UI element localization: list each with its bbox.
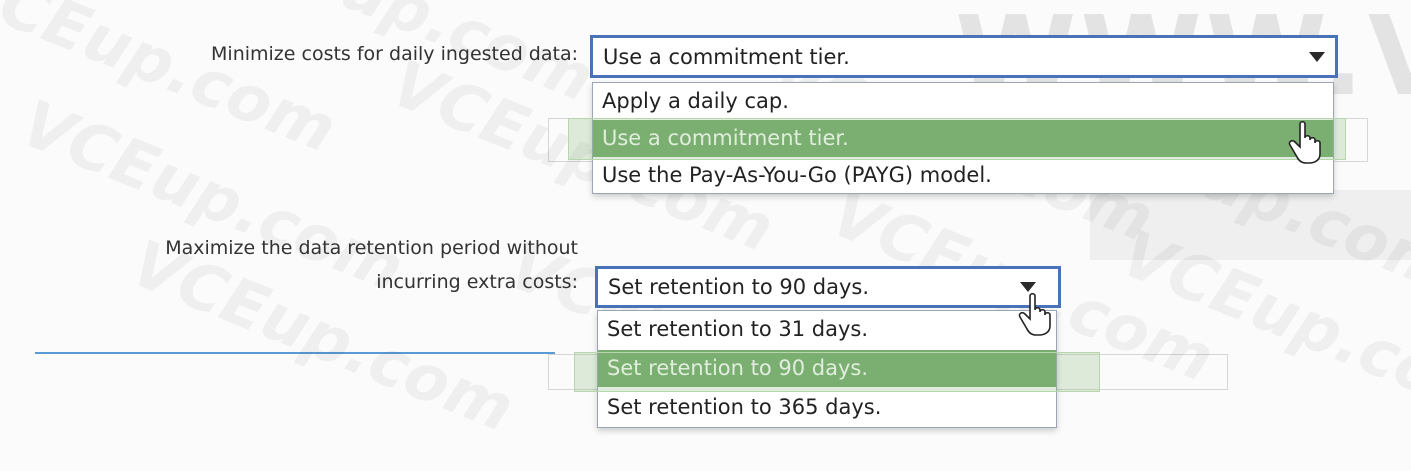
question2-option-31-days[interactable]: Set retention to 31 days. [598, 311, 1056, 348]
question2-label-line1: Maximize the data retention period witho… [165, 237, 578, 259]
triangle-down-icon[interactable] [1020, 282, 1036, 292]
question2-label-line2: incurring extra costs: [376, 271, 578, 293]
question1-option-payg[interactable]: Use the Pay-As-You-Go (PAYG) model. [593, 157, 1333, 194]
watermark-text: CEup.com [0, 0, 346, 168]
hand-pointer-icon [1018, 292, 1051, 336]
section-divider [35, 352, 555, 354]
question1-answer-highlight [568, 118, 1346, 160]
question1-dropdown[interactable]: Use a commitment tier. [590, 35, 1338, 78]
hand-pointer-icon [1288, 120, 1321, 164]
question2-option-365-days[interactable]: Set retention to 365 days. [598, 389, 1056, 426]
question2-selected-value: Set retention to 90 days. [608, 275, 870, 299]
background-shade [1090, 190, 1411, 260]
question1-selected-value: Use a commitment tier. [603, 44, 850, 69]
question1-label: Minimize costs for daily ingested data: [211, 43, 578, 65]
question2-dropdown[interactable]: Set retention to 90 days. [595, 266, 1061, 308]
triangle-down-icon[interactable] [1309, 51, 1325, 62]
question2-answer-highlight [574, 352, 1100, 392]
question1-option-daily-cap[interactable]: Apply a daily cap. [593, 83, 1333, 120]
